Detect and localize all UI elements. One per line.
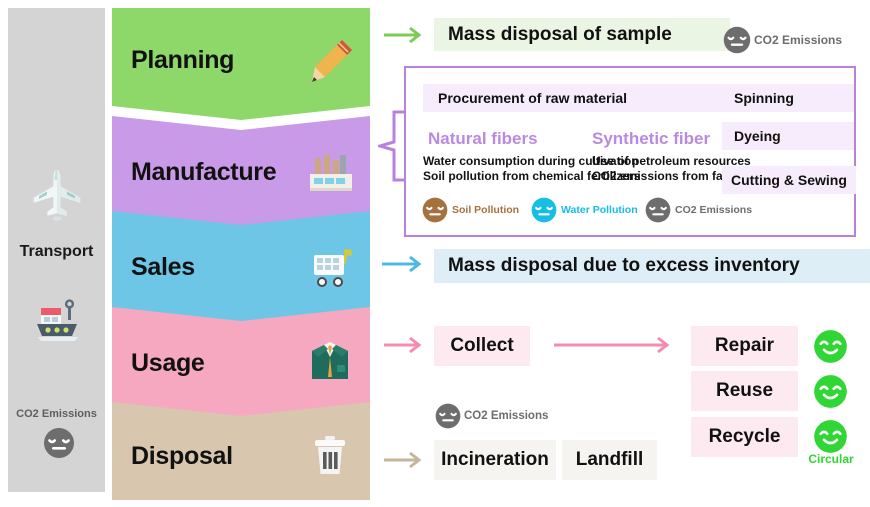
- arrow-right-tan: [384, 451, 422, 469]
- co2-face-icon: [435, 403, 461, 429]
- stage-name-manufacture: Manufacture: [131, 158, 277, 186]
- legend-label-soil: Soil Pollution: [452, 204, 520, 216]
- trash-bin-icon: [315, 436, 345, 474]
- stage-band-disposal[interactable]: Disposal: [112, 402, 370, 500]
- legend-soil-pollution: Soil Pollution: [421, 196, 519, 224]
- curly-brace-left: [378, 110, 404, 182]
- co2-face-icon: [44, 428, 74, 458]
- legend-label-water: Water Pollution: [561, 204, 638, 216]
- stage-bands: Planning Manufacture Sales Usage Disposa…: [112, 8, 370, 500]
- smiley-face-icon: [814, 330, 847, 363]
- disposal-chip-incineration[interactable]: Incineration: [434, 440, 556, 480]
- soil-pollution-face-icon: [422, 197, 448, 223]
- disposal-co2-tag: CO2 Emissions: [434, 402, 548, 430]
- water-pollution-face-icon: [531, 197, 557, 223]
- transport-impact-label: CO2 Emissions: [16, 408, 97, 420]
- sales-impact-chip[interactable]: Mass disposal due to excess inventory: [434, 249, 870, 283]
- planning-co2-tag: CO2 Emissions: [722, 25, 842, 55]
- disposal-co2-label: CO2 Emissions: [464, 410, 549, 422]
- legend-co2-emissions: CO2 Emissions: [644, 196, 752, 224]
- pencil-icon: [312, 40, 352, 82]
- lifecycle-diagram: Transport CO2 Emissions Planning Manufac…: [0, 0, 870, 507]
- procurement-chip[interactable]: Procurement of raw material: [423, 84, 723, 112]
- planning-impact-chip[interactable]: Mass disposal of sample: [434, 18, 730, 51]
- shopping-cart-icon: [314, 249, 352, 287]
- co2-face-icon: [723, 26, 751, 54]
- process-chip-dyeing[interactable]: Dyeing: [722, 122, 854, 150]
- arrow-right-green: [384, 26, 422, 44]
- stage-name-disposal: Disposal: [131, 442, 233, 470]
- stage-name-sales: Sales: [131, 253, 195, 281]
- arrow-right-pink: [384, 336, 422, 354]
- transport-label: Transport: [19, 243, 94, 260]
- manufacture-detail-panel: Procurement of raw material Natural fibe…: [404, 66, 856, 237]
- circular-label: Circular: [808, 452, 854, 466]
- smiley-face-icon: [814, 420, 847, 453]
- arrow-right-blue: [382, 255, 422, 273]
- cargo-ship-icon: [37, 299, 78, 341]
- fiber-heading-synthetic: Synthetic fiber: [592, 129, 711, 148]
- transport-rail: Transport CO2 Emissions: [8, 8, 105, 492]
- co2-face-icon: [645, 197, 671, 223]
- legend-label-co2: CO2 Emissions: [675, 204, 753, 216]
- factory-icon: [310, 155, 352, 191]
- suit-jacket-icon: [312, 342, 348, 379]
- stage-name-planning: Planning: [131, 46, 235, 74]
- planning-co2-label: CO2 Emissions: [754, 33, 843, 47]
- airplane-icon: [33, 170, 81, 221]
- arrow-right-pink-long: [554, 336, 670, 354]
- fiber-heading-natural: Natural fibers: [428, 129, 538, 148]
- stage-name-usage: Usage: [131, 349, 205, 377]
- process-chip-cutting-sewing[interactable]: Cutting & Sewing: [722, 166, 856, 194]
- process-chip-spinning[interactable]: Spinning: [722, 84, 854, 112]
- option-chip-recycle[interactable]: Recycle: [691, 417, 798, 457]
- stage-band-planning[interactable]: Planning: [112, 8, 370, 120]
- legend-water-pollution: Water Pollution: [530, 196, 638, 224]
- option-chip-repair[interactable]: Repair: [691, 326, 798, 366]
- collect-chip[interactable]: Collect: [434, 326, 530, 366]
- disposal-chip-landfill[interactable]: Landfill: [562, 440, 657, 480]
- smiley-face-icon: [814, 375, 847, 408]
- option-chip-reuse[interactable]: Reuse: [691, 371, 798, 411]
